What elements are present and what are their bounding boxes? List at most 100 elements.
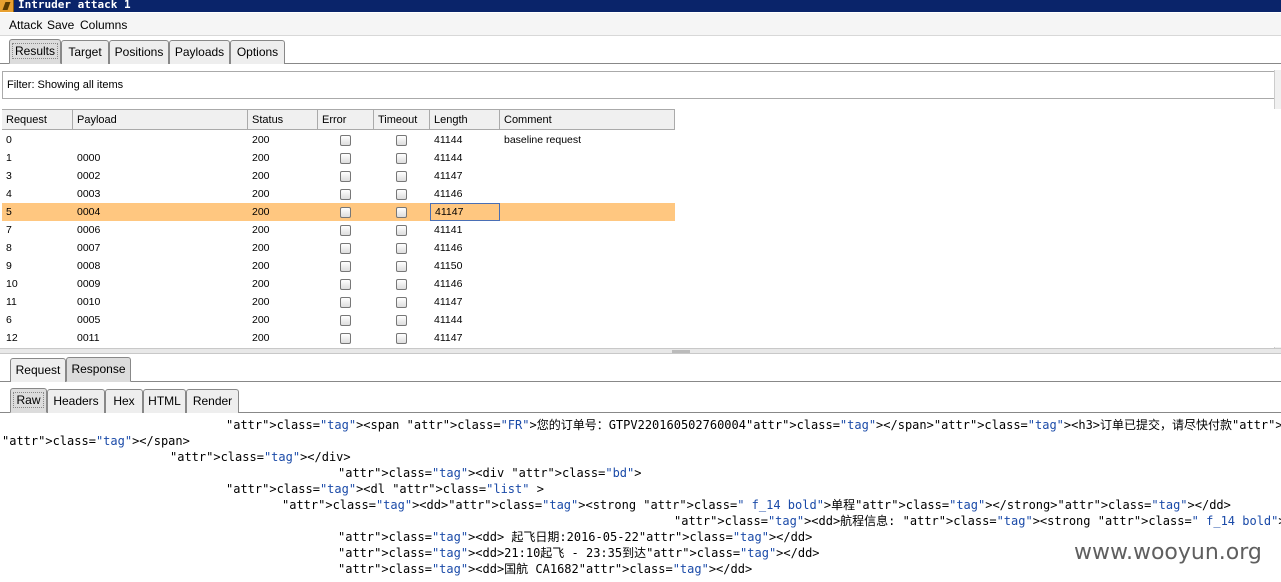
cell-request: 4 [6, 188, 12, 200]
cell-request: 7 [6, 224, 12, 236]
code-line: "attr">class="tag"><dd>"attr">class="tag… [282, 498, 1231, 512]
cell-status: 200 [252, 332, 270, 344]
error-checkbox[interactable] [340, 153, 351, 164]
tab-response[interactable]: Response [66, 357, 131, 382]
table-row[interactable]: 7 0006 200 41141 [2, 221, 675, 239]
col-status[interactable]: Status [248, 110, 318, 130]
timeout-checkbox[interactable] [396, 297, 407, 308]
timeout-checkbox[interactable] [396, 189, 407, 200]
code-line: "attr">class="tag"><dl "attr">class="lis… [226, 482, 544, 496]
code-line: "attr">class="tag"></span> [2, 434, 190, 448]
table-row[interactable]: 6 0005 200 41144 [2, 311, 675, 329]
menu-save[interactable]: Save [47, 18, 74, 32]
timeout-checkbox[interactable] [396, 171, 407, 182]
tab-headers[interactable]: Headers [47, 389, 105, 413]
error-checkbox[interactable] [340, 279, 351, 290]
cell-request: 10 [6, 278, 18, 290]
table-row[interactable]: 3 0002 200 41147 [2, 167, 675, 185]
timeout-checkbox[interactable] [396, 261, 407, 272]
cell-comment [500, 185, 504, 203]
timeout-checkbox[interactable] [396, 315, 407, 326]
cell-comment [500, 329, 504, 347]
error-checkbox[interactable] [340, 243, 351, 254]
cell-status: 200 [252, 296, 270, 308]
cell-payload: 0000 [77, 152, 101, 164]
error-checkbox[interactable] [340, 297, 351, 308]
cell-payload: 0007 [77, 242, 101, 254]
error-checkbox[interactable] [340, 135, 351, 146]
tab-results[interactable]: Results [9, 39, 61, 64]
code-line: "attr">class="tag"><div "attr">class="bd… [338, 466, 642, 480]
error-checkbox[interactable] [340, 315, 351, 326]
watermark: www.wooyun.org [1074, 540, 1262, 565]
error-checkbox[interactable] [340, 261, 351, 272]
tab-payloads[interactable]: Payloads [169, 40, 230, 64]
cell-request: 8 [6, 242, 12, 254]
menu-bar: Attack Save Columns [0, 13, 1281, 36]
error-checkbox[interactable] [340, 225, 351, 236]
col-payload[interactable]: Payload [73, 110, 248, 130]
cell-status: 200 [252, 278, 270, 290]
tab-raw[interactable]: Raw [10, 388, 47, 413]
pane-splitter[interactable] [0, 348, 1281, 354]
timeout-checkbox[interactable] [396, 333, 407, 344]
timeout-checkbox[interactable] [396, 243, 407, 254]
cell-length: 41146 [434, 242, 463, 254]
error-checkbox[interactable] [340, 207, 351, 218]
cell-status: 200 [252, 170, 270, 182]
tab-results-label: Results [11, 43, 58, 59]
timeout-checkbox[interactable] [396, 135, 407, 146]
cell-length: 41147 [434, 332, 463, 344]
error-checkbox[interactable] [340, 171, 351, 182]
menu-attack[interactable]: Attack [9, 18, 42, 32]
cell-length: 41146 [434, 278, 463, 290]
tab-html[interactable]: HTML [143, 389, 186, 413]
cell-length: 41150 [434, 260, 463, 272]
col-timeout[interactable]: Timeout [374, 110, 430, 130]
table-row[interactable]: 1 0000 200 41144 [2, 149, 675, 167]
cell-status: 200 [252, 242, 270, 254]
cell-length: 41144 [434, 314, 463, 326]
col-error[interactable]: Error [318, 110, 374, 130]
cell-comment [500, 149, 504, 167]
table-row[interactable]: 10 0009 200 41146 [2, 275, 675, 293]
col-request[interactable]: Request [2, 110, 73, 130]
timeout-checkbox[interactable] [396, 279, 407, 290]
code-line: "attr">class="tag"><span "attr">class="F… [226, 418, 1281, 432]
col-comment[interactable]: Comment [500, 110, 675, 130]
cell-status: 200 [252, 134, 270, 146]
cell-payload: 0004 [77, 206, 101, 218]
table-row[interactable]: 4 0003 200 41146 [2, 185, 675, 203]
timeout-checkbox[interactable] [396, 225, 407, 236]
table-row[interactable]: 9 0008 200 41150 [2, 257, 675, 275]
col-length[interactable]: Length [430, 110, 500, 130]
results-table: Request Payload Status Error Timeout Len… [2, 109, 675, 347]
error-checkbox[interactable] [340, 333, 351, 344]
code-line: "attr">class="tag"><dd> 起飞日期:2016-05-22"… [338, 530, 813, 544]
table-row[interactable]: 12 0011 200 41147 [2, 329, 675, 347]
tab-hex[interactable]: Hex [105, 389, 143, 413]
burp-icon [0, 0, 14, 12]
tab-render[interactable]: Render [186, 389, 239, 413]
table-row[interactable]: 8 0007 200 41146 [2, 239, 675, 257]
tab-target[interactable]: Target [61, 40, 109, 64]
cell-payload: 0006 [77, 224, 101, 236]
table-row[interactable]: 5 0004 200 41147 [2, 203, 675, 221]
tab-positions[interactable]: Positions [109, 40, 169, 64]
cell-length: 41141 [434, 224, 463, 236]
tab-request[interactable]: Request [10, 358, 66, 382]
table-row[interactable]: 11 0010 200 41147 [2, 293, 675, 311]
timeout-checkbox[interactable] [396, 153, 407, 164]
table-row[interactable]: 0 200 41144 baseline request [2, 131, 675, 149]
code-line: "attr">class="tag"><dd>航程信息: "attr">clas… [674, 514, 1281, 528]
cell-comment [500, 257, 504, 275]
tab-options[interactable]: Options [230, 40, 285, 64]
splitter-grip[interactable] [672, 350, 690, 353]
timeout-checkbox[interactable] [396, 207, 407, 218]
filter-bar[interactable]: Filter: Showing all items [2, 71, 1281, 99]
error-checkbox[interactable] [340, 189, 351, 200]
cell-request: 12 [6, 332, 18, 344]
cell-length: 41144 [434, 134, 463, 146]
cell-request: 5 [6, 206, 12, 218]
menu-columns[interactable]: Columns [80, 18, 127, 32]
